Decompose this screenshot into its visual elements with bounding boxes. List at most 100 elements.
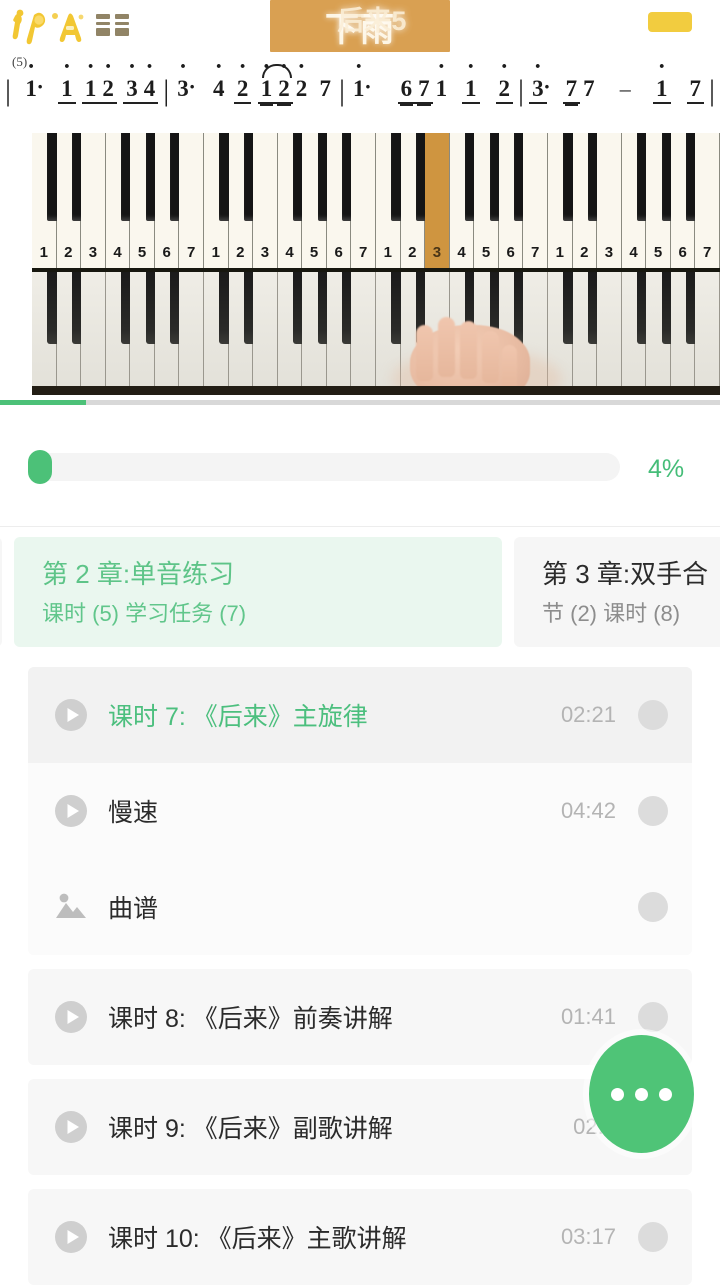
measure-number: (5) xyxy=(12,54,28,69)
chapter-subtitle: 课时 (5) 学习任务 (7) xyxy=(42,601,247,626)
chapter-card-2[interactable]: 第 2 章:单音练习 课时 (5) 学习任务 (7) xyxy=(14,537,502,647)
course-progress-percent: 4% xyxy=(648,455,685,483)
white-key: 3 xyxy=(253,133,278,268)
note: 2 xyxy=(99,76,117,104)
white-key: 3 xyxy=(81,133,106,268)
key-degree-label: 3 xyxy=(88,244,98,261)
notation-row: | 1 1 1 2 3 4 | 3 4 2 1 2 xyxy=(0,64,720,124)
note: 6 xyxy=(397,76,416,104)
chapter-tabs[interactable]: 第 2 章:单音练习 课时 (5) 学习任务 (7) 第 3 章:双手合 节 (… xyxy=(0,527,720,667)
note: 7 xyxy=(686,76,704,104)
key-degree-label: 7 xyxy=(531,244,540,261)
key-degree-label: 5 xyxy=(653,244,663,261)
lesson-status-dot[interactable] xyxy=(638,700,668,730)
note: 7 xyxy=(415,76,433,104)
chapter-card-3[interactable]: 第 3 章:双手合 节 (2) 课时 (8) xyxy=(514,537,720,647)
lesson-title: 慢速 xyxy=(108,799,159,827)
lesson-group: 课时 8: 《后来》前奏讲解 01:41 xyxy=(28,969,692,1065)
white-key: 7 xyxy=(695,133,720,268)
note: 2 xyxy=(275,76,293,104)
course-progress-track[interactable] xyxy=(28,453,620,481)
course-progress-section: 4% xyxy=(0,405,720,527)
lesson-row[interactable]: 课时 7: 《后来》主旋律 02:21 xyxy=(28,667,692,763)
white-key-lower xyxy=(81,272,106,395)
chapter-title: 第 2 章:单音练习 xyxy=(42,559,235,589)
note: 2 xyxy=(495,76,514,104)
lesson-duration: 02:21 xyxy=(560,702,616,727)
barline: | xyxy=(339,74,346,107)
key-degree-label: 3 xyxy=(604,244,614,261)
key-degree-label: 4 xyxy=(457,244,466,261)
play-icon[interactable] xyxy=(52,696,90,734)
note: 1 xyxy=(462,76,480,104)
note: 2 xyxy=(233,76,252,104)
lesson-duration: 04:42 xyxy=(560,798,616,823)
more-actions-button[interactable] xyxy=(589,1035,694,1153)
key-degree-label: 3 xyxy=(432,244,442,261)
score-header: 下雨 后来5 (5) | 1 1 1 2 3 4 | 3 4 2 xyxy=(0,0,720,125)
keyboard-upper-row: 1234567123456712345671234567 xyxy=(32,133,720,268)
note: 3 xyxy=(123,76,141,104)
lesson-group: 课时 10: 《后来》主歌讲解 03:17 xyxy=(28,1189,692,1285)
lesson-status-dot[interactable] xyxy=(638,892,668,922)
lesson-status-dot[interactable] xyxy=(638,1222,668,1252)
lesson-row[interactable]: 课时 10: 《后来》主歌讲解 03:17 xyxy=(28,1189,692,1285)
note: 1 xyxy=(350,74,371,102)
lesson-status-dot[interactable] xyxy=(638,1002,668,1032)
play-icon[interactable] xyxy=(52,1218,90,1256)
white-key-lower xyxy=(695,272,720,395)
key-degree-label: 1 xyxy=(39,244,48,261)
piano-keyboard-image: 1234567123456712345671234567 xyxy=(32,133,720,395)
lesson-video-player[interactable]: 1234567123456712345671234567 xyxy=(0,125,720,405)
course-progress-thumb[interactable] xyxy=(28,450,52,484)
key-degree-label: 7 xyxy=(187,244,196,261)
sustain-dash: – xyxy=(619,76,631,101)
white-key: 7 xyxy=(523,133,548,268)
lesson-list[interactable]: 课时 7: 《后来》主旋律 02:21 慢速 04:42 曲谱 课时 8: 《后来》… xyxy=(0,667,720,1285)
lesson-title: 课时 10: 《后来》主歌讲解 xyxy=(108,1225,407,1253)
lesson-row[interactable]: 课时 8: 《后来》前奏讲解 01:41 xyxy=(28,969,692,1065)
note: 2 xyxy=(293,76,311,102)
lesson-title: 课时 9: 《后来》副歌讲解 xyxy=(108,1115,393,1143)
key-degree-label: 1 xyxy=(211,244,220,261)
white-key: 7 xyxy=(179,133,204,268)
key-degree-label: 5 xyxy=(309,244,319,261)
note: 1 xyxy=(81,76,100,104)
white-key: 7 xyxy=(351,133,376,268)
brand-logo xyxy=(8,4,138,48)
key-degree-label: 4 xyxy=(285,244,294,261)
note: 4 xyxy=(140,76,159,104)
key-degree-label: 7 xyxy=(703,244,712,261)
barline: | xyxy=(518,74,525,107)
play-icon[interactable] xyxy=(52,792,90,830)
key-degree-label: 6 xyxy=(678,244,687,261)
numbered-notation: (5) | 1 1 1 2 3 4 | 3 4 2 1 xyxy=(0,54,720,124)
lesson-row[interactable]: 慢速 04:42 xyxy=(28,763,692,859)
note: 4 xyxy=(210,76,228,102)
ellipsis-icon xyxy=(635,1087,648,1101)
chapter-card-previous-peek[interactable] xyxy=(0,537,2,647)
ellipsis-icon xyxy=(611,1087,624,1101)
note: 3 xyxy=(174,74,195,102)
key-degree-label: 6 xyxy=(162,244,171,261)
image-icon[interactable] xyxy=(52,888,90,926)
key-degree-label: 6 xyxy=(334,244,343,261)
lesson-title: 课时 7: 《后来》主旋律 xyxy=(108,703,368,731)
lesson-row[interactable]: 曲谱 xyxy=(28,859,692,955)
chapter-strip[interactable]: 第 2 章:单音练习 课时 (5) 学习任务 (7) 第 3 章:双手合 节 (… xyxy=(0,537,720,647)
lesson-group: 课时 7: 《后来》主旋律 02:21 慢速 04:42 曲谱 xyxy=(28,667,692,955)
song-title-overlay: 后来5 xyxy=(337,5,407,36)
key-degree-label: 6 xyxy=(506,244,515,261)
lesson-title: 曲谱 xyxy=(108,895,159,923)
play-icon[interactable] xyxy=(52,998,90,1036)
note: 1 xyxy=(257,76,276,104)
play-icon[interactable] xyxy=(52,1108,90,1146)
key-degree-label: 2 xyxy=(580,244,589,261)
key-degree-label: 1 xyxy=(555,244,564,261)
white-key-highlighted: 3 xyxy=(425,133,450,268)
key-degree-label: 5 xyxy=(137,244,147,261)
note: 1 xyxy=(22,74,43,102)
key-degree-label: 2 xyxy=(236,244,245,261)
key-degree-label: 4 xyxy=(113,244,122,261)
lesson-status-dot[interactable] xyxy=(638,796,668,826)
